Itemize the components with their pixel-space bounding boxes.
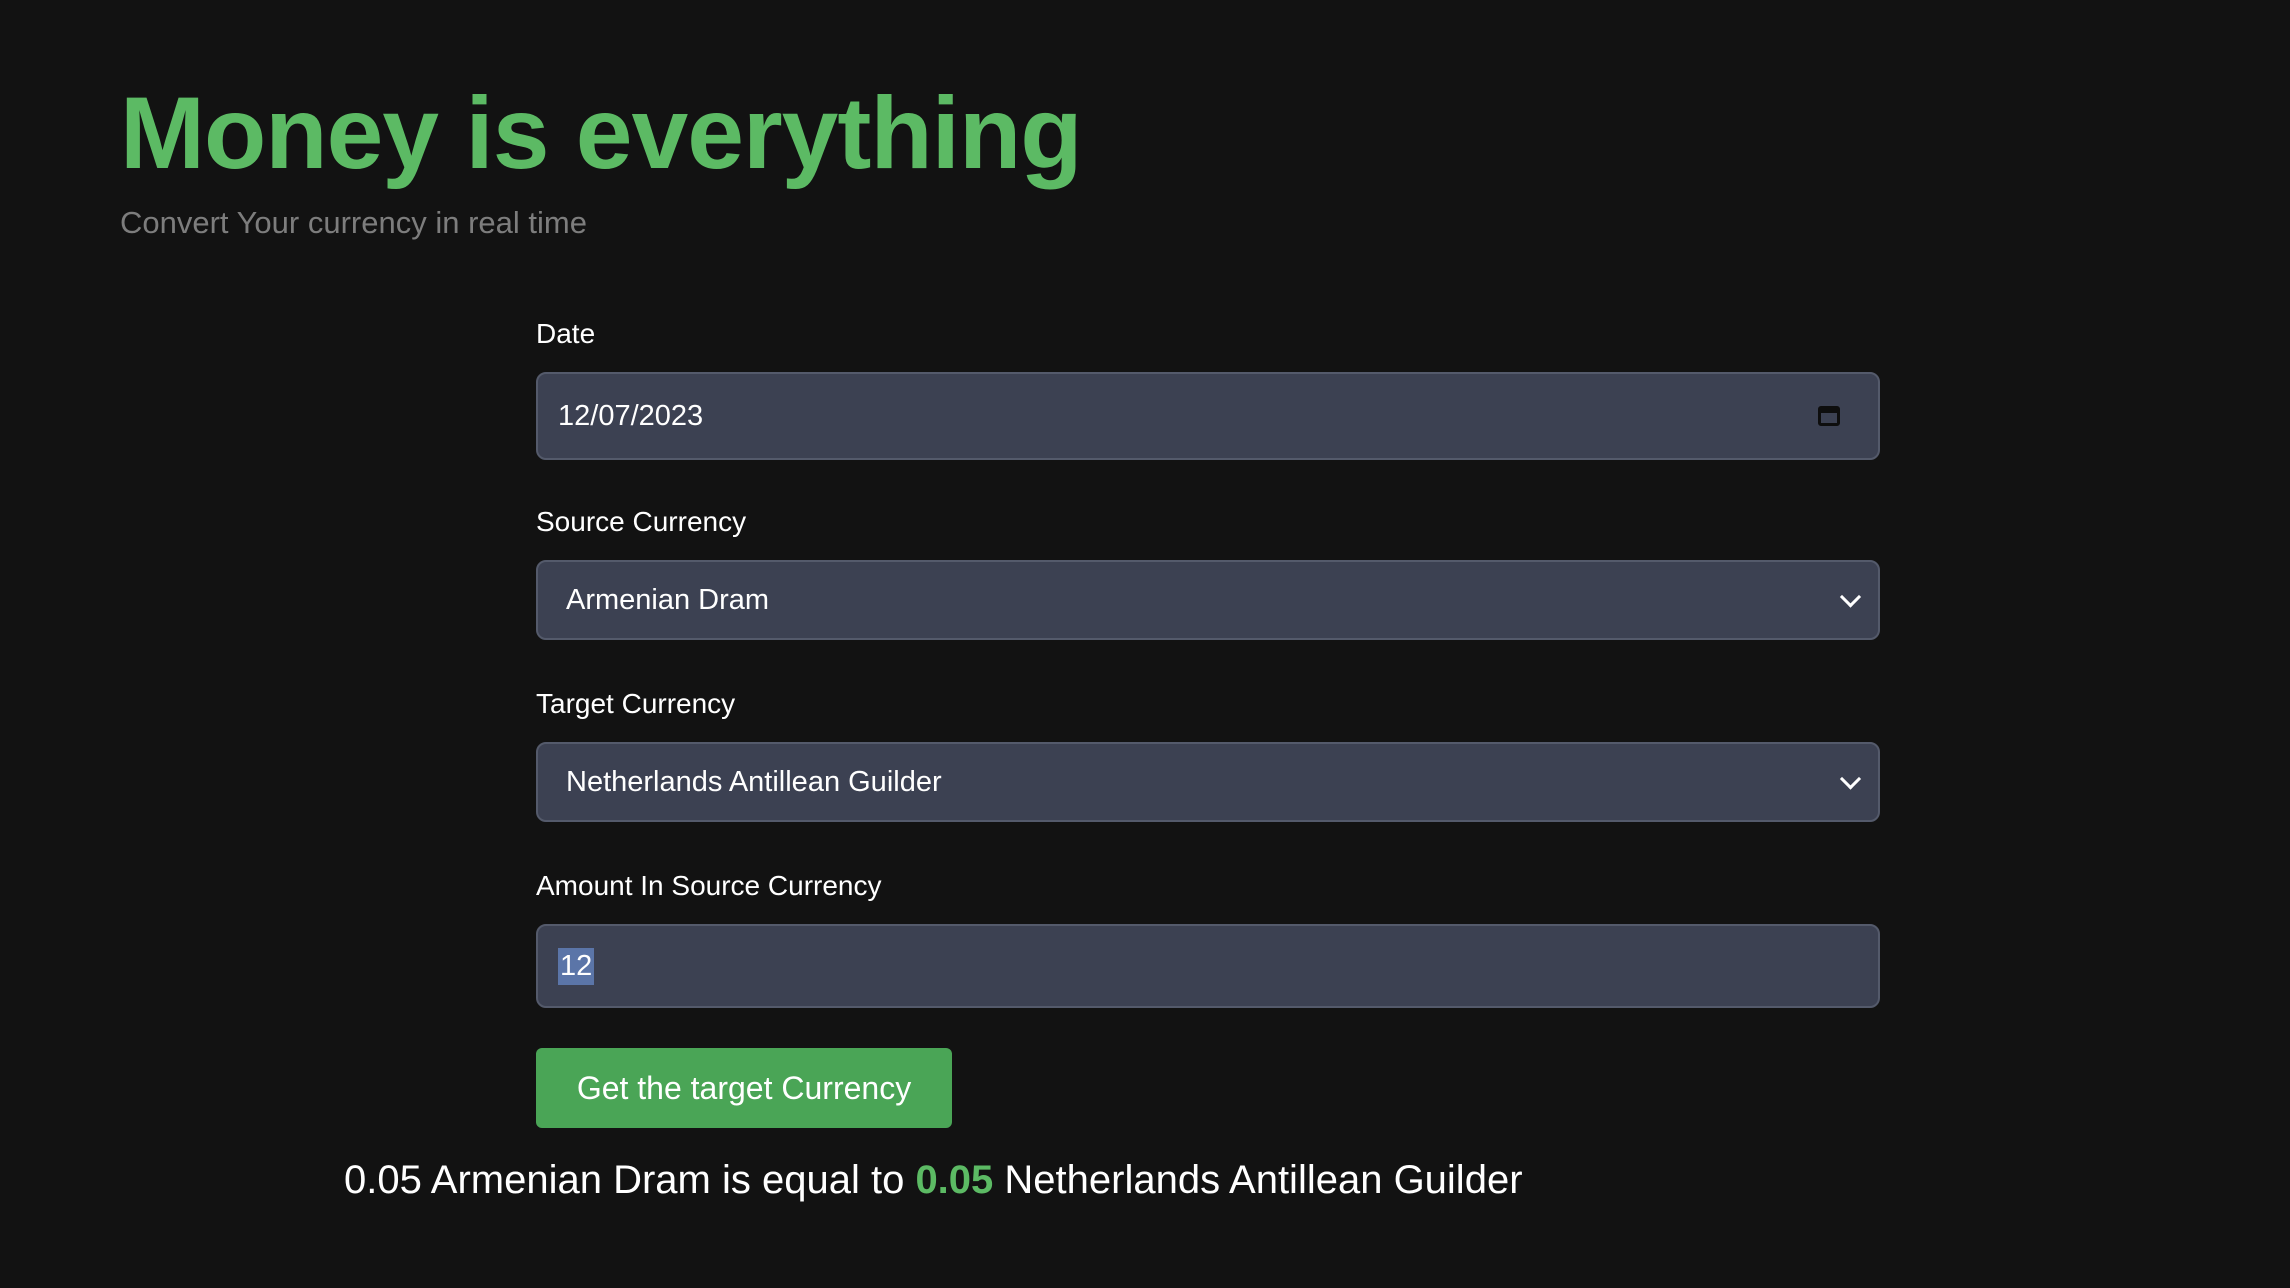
date-label: Date bbox=[536, 318, 596, 349]
get-target-currency-button[interactable]: Get the target Currency bbox=[536, 1048, 952, 1128]
result-target-currency: Netherlands Antillean Guilder bbox=[1004, 1158, 1523, 1202]
date-value: 12/07/2023 bbox=[558, 399, 704, 432]
result-source-amount: 0.05 bbox=[344, 1158, 422, 1202]
page-title: Money is everything bbox=[120, 76, 1083, 190]
chevron-down-icon bbox=[1839, 768, 1862, 790]
amount-input[interactable]: 12 bbox=[536, 924, 1880, 1008]
date-input[interactable]: 12/07/2023 bbox=[536, 372, 1880, 460]
conversion-form: Date 12/07/2023 Source Currency Armenian… bbox=[536, 316, 1880, 1128]
amount-value: 12 bbox=[558, 947, 595, 985]
source-currency-label: Source Currency bbox=[536, 506, 747, 537]
source-currency-select[interactable]: Armenian Dram bbox=[536, 560, 1880, 640]
result-target-amount: 0.05 bbox=[915, 1158, 994, 1202]
result-source-currency: Armenian Dram bbox=[430, 1158, 711, 1202]
amount-label: Amount In Source Currency bbox=[536, 870, 882, 901]
target-currency-select[interactable]: Netherlands Antillean Guilder bbox=[536, 742, 1880, 822]
page-header: Money is everything Convert Your currenc… bbox=[120, 76, 1083, 241]
target-currency-value: Netherlands Antillean Guilder bbox=[566, 765, 942, 798]
target-currency-label: Target Currency bbox=[536, 688, 736, 719]
source-currency-value: Armenian Dram bbox=[566, 583, 770, 616]
result-connector: is equal to bbox=[721, 1158, 905, 1202]
calendar-icon[interactable] bbox=[1818, 406, 1840, 426]
conversion-result: 0.05 Armenian Dram is equal to 0.05 Neth… bbox=[344, 1158, 1523, 1203]
page-subtitle: Convert Your currency in real time bbox=[120, 205, 587, 241]
chevron-down-icon bbox=[1839, 586, 1862, 608]
